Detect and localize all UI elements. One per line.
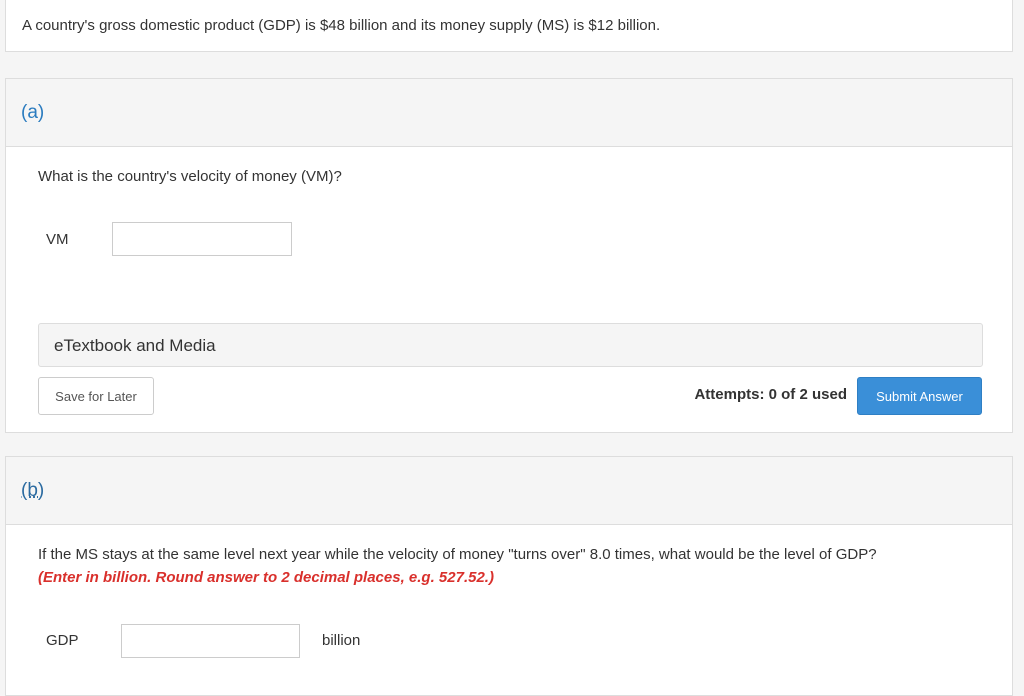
etextbook-media-button[interactable]: eTextbook and Media — [38, 323, 983, 367]
etextbook-media-label: eTextbook and Media — [54, 336, 216, 355]
gdp-unit-label: billion — [322, 632, 361, 649]
part-b-label[interactable]: (b) — [21, 480, 44, 502]
save-for-later-button[interactable]: Save for Later — [38, 377, 154, 415]
part-a-label: (a) — [21, 102, 45, 123]
problem-stem-text: A country's gross domestic product (GDP)… — [22, 17, 661, 34]
gdp-field-label: GDP — [46, 632, 79, 649]
vm-input[interactable] — [112, 222, 292, 256]
part-b-instruction: (Enter in billion. Round answer to 2 dec… — [38, 569, 494, 586]
part-a-question: What is the country's velocity of money … — [38, 168, 342, 185]
gdp-input[interactable] — [121, 624, 300, 658]
submit-answer-button[interactable]: Submit Answer — [857, 377, 982, 415]
vm-field-label: VM — [46, 231, 69, 248]
part-b-header: (b) — [6, 457, 1012, 525]
part-a-panel: (a) What is the country's velocity of mo… — [5, 78, 1013, 433]
problem-stem: A country's gross domestic product (GDP)… — [5, 0, 1013, 52]
attempts-counter: Attempts: 0 of 2 used — [694, 386, 847, 403]
part-a-header: (a) — [6, 79, 1012, 147]
part-b-panel: (b) If the MS stays at the same level ne… — [5, 456, 1013, 696]
part-b-question: If the MS stays at the same level next y… — [38, 546, 877, 563]
